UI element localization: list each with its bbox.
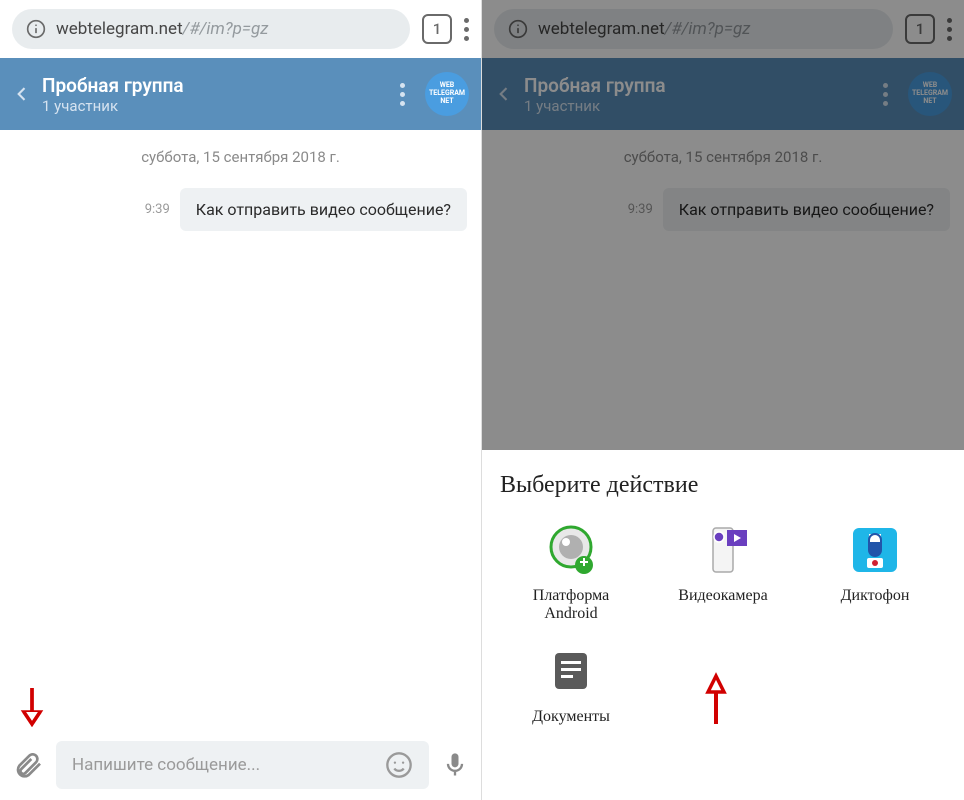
chat-menu-icon[interactable] bbox=[400, 83, 405, 106]
sheet-label: Диктофон bbox=[841, 587, 910, 605]
sheet-item-videocamera[interactable]: Видеокамера bbox=[652, 521, 794, 624]
sheet-label: Документы bbox=[532, 708, 610, 726]
date-label: суббота, 15 сентября 2018 г. bbox=[141, 148, 340, 166]
sheet-item-dictaphone[interactable]: Диктофон bbox=[804, 521, 946, 624]
right-pane: webtelegram.net/#/im?p=gz 1 Пробная груп… bbox=[482, 0, 964, 800]
arrow-annotation-up bbox=[698, 670, 734, 728]
url-host: webtelegram.net bbox=[56, 19, 183, 39]
message-bubble[interactable]: Как отправить видео сообщение? bbox=[180, 188, 467, 231]
url-path: /#/im?p=gz bbox=[183, 19, 269, 39]
dictaphone-icon bbox=[846, 521, 904, 579]
chat-subtitle: 1 участник bbox=[42, 97, 390, 115]
sheet-label: Видеокамера bbox=[678, 587, 767, 605]
sheet-item-documents[interactable]: Документы bbox=[500, 642, 642, 726]
chat-title: Пробная группа bbox=[42, 74, 390, 97]
message-input[interactable]: Напишите сообщение... bbox=[56, 741, 429, 789]
message-placeholder: Напишите сообщение... bbox=[72, 755, 385, 775]
message-time: 9:39 bbox=[145, 202, 170, 217]
videocamera-icon bbox=[694, 521, 752, 579]
action-sheet: Выберите действие Платформа Android Виде… bbox=[482, 450, 964, 800]
left-pane: webtelegram.net/#/im?p=gz 1 Пробная груп… bbox=[0, 0, 482, 800]
attach-icon[interactable] bbox=[12, 749, 44, 781]
address-bar[interactable]: webtelegram.net/#/im?p=gz bbox=[12, 9, 410, 49]
chat-title-area[interactable]: Пробная группа 1 участник bbox=[42, 74, 390, 115]
android-platform-icon bbox=[542, 521, 600, 579]
tabs-button[interactable]: 1 bbox=[422, 14, 452, 44]
avatar[interactable]: WEB TELEGRAM NET bbox=[425, 72, 469, 116]
back-icon[interactable] bbox=[12, 84, 32, 104]
chat-body: суббота, 15 сентября 2018 г. 9:39 Как от… bbox=[0, 130, 481, 730]
browser-menu-icon[interactable] bbox=[464, 18, 469, 41]
emoji-icon[interactable] bbox=[385, 751, 413, 779]
info-icon bbox=[26, 19, 46, 39]
mic-icon[interactable] bbox=[441, 751, 469, 779]
message-row: 9:39 Как отправить видео сообщение? bbox=[145, 188, 467, 231]
chat-header: Пробная группа 1 участник WEB TELEGRAM N… bbox=[0, 58, 481, 130]
browser-bar: webtelegram.net/#/im?p=gz 1 bbox=[0, 0, 481, 58]
sheet-item-platform-android[interactable]: Платформа Android bbox=[500, 521, 642, 624]
documents-icon bbox=[542, 642, 600, 700]
sheet-title: Выберите действие bbox=[500, 472, 946, 499]
sheet-label: Платформа Android bbox=[533, 587, 609, 624]
arrow-annotation-down bbox=[18, 686, 46, 738]
input-bar: Напишите сообщение... bbox=[0, 730, 481, 800]
